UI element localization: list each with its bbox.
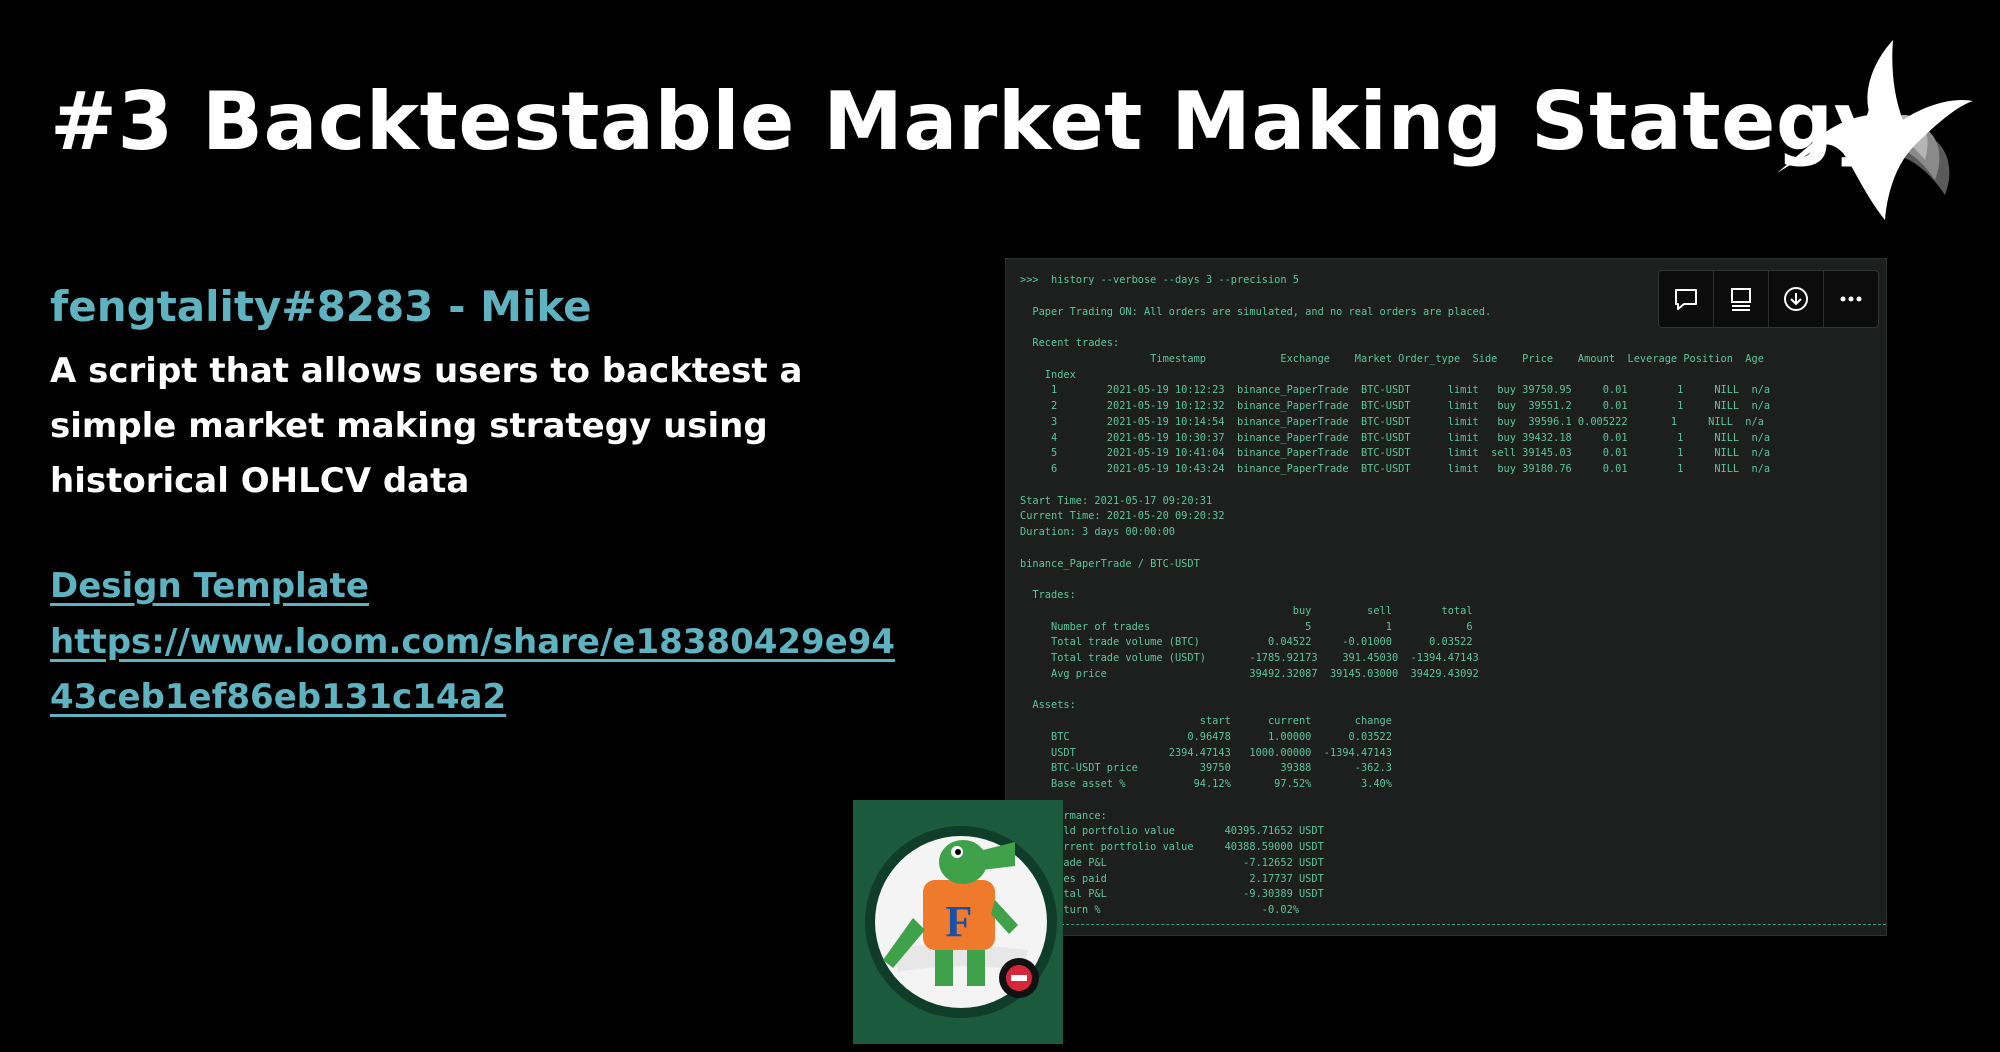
comment-button[interactable] xyxy=(1659,271,1714,327)
description-text: A script that allows users to backtest a… xyxy=(50,351,803,501)
design-template-link[interactable]: Design Template xyxy=(50,566,369,606)
terminal-output: >>> history --verbose --days 3 --precisi… xyxy=(1020,274,1771,916)
media-toolbar xyxy=(1658,270,1879,328)
more-button[interactable] xyxy=(1824,271,1878,327)
gator-mascot-avatar: F xyxy=(865,826,1057,1018)
download-button[interactable] xyxy=(1769,271,1824,327)
svg-text:F: F xyxy=(946,897,973,946)
comment-icon xyxy=(1675,289,1697,310)
hummingbird-logo-icon xyxy=(1777,40,1973,220)
webcam-overlay: F xyxy=(853,800,1063,1044)
slide-title: #3 Backtestable Market Making Stategy xyxy=(50,75,1887,168)
loom-url-link-continued[interactable]: 43ceb1ef86eb131c14a2 xyxy=(50,677,506,717)
author-name: fengtality#8283 - Mike xyxy=(50,282,592,331)
more-icon xyxy=(1840,296,1862,302)
layout-icon xyxy=(1731,288,1751,311)
terminal-screenshot: >>> history --verbose --days 3 --precisi… xyxy=(1005,258,1887,936)
terminal-divider xyxy=(1006,924,1886,925)
download-icon xyxy=(1784,287,1808,311)
layout-button[interactable] xyxy=(1714,271,1769,327)
loom-url-link[interactable]: https://www.loom.com/share/e18380429e94 xyxy=(50,622,895,662)
